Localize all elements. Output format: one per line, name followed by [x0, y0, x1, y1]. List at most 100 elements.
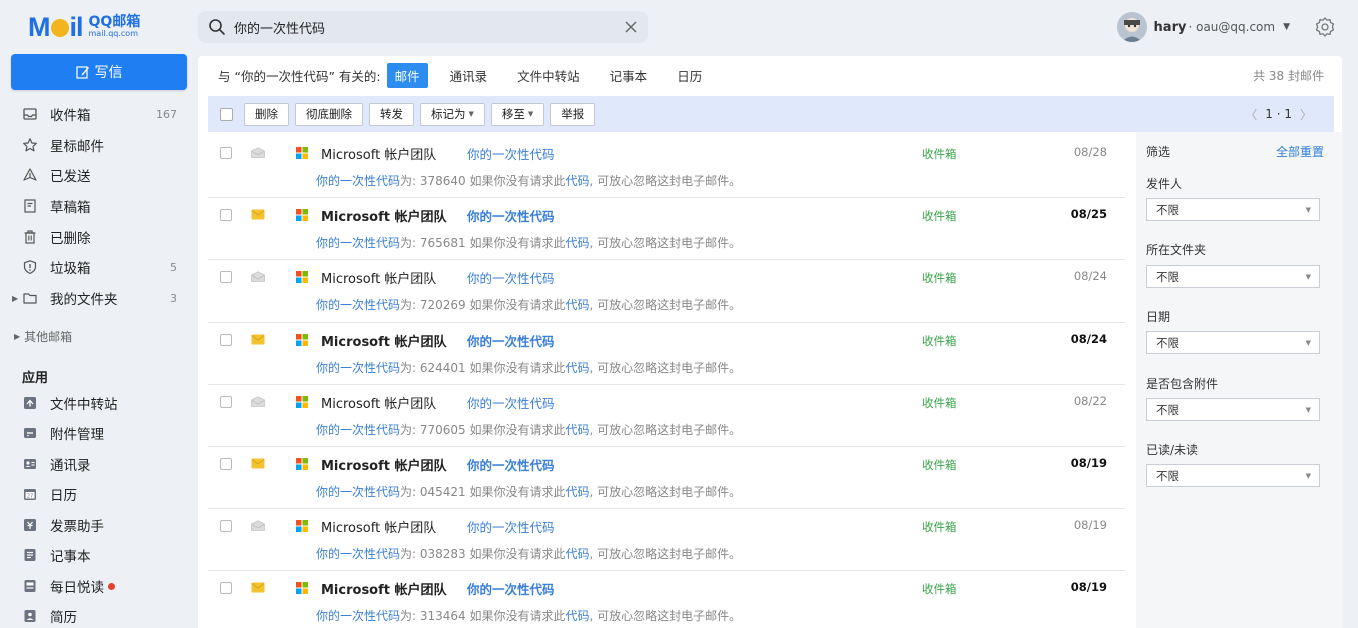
- mail-row[interactable]: Microsoft 帐户团队 你的一次性代码 收件箱 08/19 你的一次性代码为: 3…: [208, 571, 1125, 628]
- tab-mail[interactable]: 邮件: [386, 62, 428, 88]
- filter-select-folder[interactable]: 不限 ▼: [1146, 265, 1320, 288]
- related-results-bar: 与 “你的一次性代码” 有关的: 邮件 通讯录 文件中转站 记事本 日历 共 3…: [198, 56, 1342, 94]
- sidebar-app-contacts[interactable]: 通讯录: [0, 449, 198, 479]
- gear-icon[interactable]: [1314, 16, 1336, 38]
- tab-calendar[interactable]: 日历: [669, 63, 710, 88]
- account-name: hary: [1153, 19, 1187, 35]
- microsoft-logo-icon: [296, 209, 308, 222]
- filter-select-attachment[interactable]: 不限 ▼: [1146, 398, 1320, 421]
- inbox-icon: [22, 106, 38, 122]
- mail-row[interactable]: Microsoft 帐户团队 你的一次性代码 收件箱 08/19 你的一次性代码为: 0…: [208, 447, 1125, 510]
- apps-heading: 应用: [22, 371, 49, 386]
- sidebar-app-resume[interactable]: 简历: [0, 601, 198, 628]
- sidebar-app-notebook[interactable]: 记事本: [0, 540, 198, 570]
- forward-button[interactable]: 转发: [369, 102, 414, 126]
- mail-row[interactable]: Microsoft 帐户团队 你的一次性代码 收件箱 08/28 你的一次性代码为: 3…: [208, 136, 1125, 199]
- row-checkbox[interactable]: [220, 147, 232, 159]
- account-email: · oau@qq.com: [1188, 20, 1276, 34]
- filter-panel: 筛选 全部重置 发件人 不限 ▼ 所在文件夹 不限 ▼ 日期 不限 ▼ 是否包含附件 …: [1136, 132, 1342, 628]
- mail-row[interactable]: Microsoft 帐户团队 你的一次性代码 收件箱 08/24 你的一次性代码为: 7…: [208, 260, 1125, 323]
- mail-row[interactable]: Microsoft 帐户团队 你的一次性代码 收件箱 08/24 你的一次性代码为: 6…: [208, 323, 1125, 385]
- clear-search-icon[interactable]: [624, 20, 638, 34]
- read-envelope-icon: [251, 271, 265, 283]
- star-icon: [22, 137, 38, 153]
- row-checkbox[interactable]: [220, 271, 232, 284]
- row-checkbox[interactable]: [220, 582, 232, 595]
- snippet-text: 为: 770605 如果你没有请求此: [400, 422, 566, 437]
- mail-row[interactable]: Microsoft 帐户团队 你的一次性代码 收件箱 08/25 你的一次性代码为: 7…: [208, 198, 1125, 261]
- new-badge-dot: [108, 582, 115, 590]
- snippet-tail: , 可放心忽略这封电子邮件。: [589, 484, 742, 499]
- compose-button[interactable]: 写信: [11, 54, 187, 90]
- qq-mail-logo[interactable]: Mil QQ邮箱 mail.qq.com: [28, 12, 162, 42]
- sidebar-app-calendar[interactable]: 27 日历: [0, 479, 198, 509]
- sidebar-item-drafts[interactable]: 草稿箱: [0, 191, 198, 221]
- delete-button[interactable]: 删除: [244, 102, 289, 126]
- mail-sender: Microsoft 帐户团队: [321, 272, 437, 288]
- filter-select-read-state[interactable]: 不限 ▼: [1146, 464, 1320, 487]
- sidebar-item-inbox[interactable]: 收件箱 167: [0, 99, 198, 129]
- prev-page-icon[interactable]: 〈: [1245, 106, 1257, 123]
- sidebar-item-starred[interactable]: 星标邮件: [0, 130, 198, 160]
- filter-select-sender[interactable]: 不限 ▼: [1146, 198, 1320, 221]
- sidebar-app-file-transfer[interactable]: 文件中转站: [0, 388, 198, 418]
- row-checkbox[interactable]: [220, 395, 232, 408]
- microsoft-logo-icon: [296, 395, 308, 408]
- mail-date: 08/19: [1070, 580, 1107, 595]
- mail-sender: Microsoft 帐户团队: [321, 334, 447, 350]
- sidebar-item-deleted[interactable]: 已删除: [0, 222, 198, 252]
- row-checkbox[interactable]: [220, 457, 232, 470]
- sidebar-item-sent[interactable]: 已发送: [0, 160, 198, 190]
- snippet-tail: , 可放心忽略这封电子邮件。: [589, 298, 742, 313]
- row-checkbox[interactable]: [220, 520, 232, 533]
- snippet-highlight: 你的一次性代码: [316, 174, 401, 188]
- sidebar-item-label: 附件管理: [50, 427, 104, 443]
- reset-all-filters-link[interactable]: 全部重置: [1276, 143, 1324, 160]
- permanent-delete-button[interactable]: 彻底删除: [295, 102, 363, 126]
- shield-icon: [22, 259, 38, 275]
- filter-select-date[interactable]: 不限 ▼: [1146, 331, 1320, 354]
- mail-row[interactable]: Microsoft 帐户团队 你的一次性代码 收件箱 08/19 你的一次性代码为: 0…: [208, 509, 1125, 572]
- filter-value: 不限: [1156, 402, 1179, 417]
- mail-toolbar: 删除 彻底删除 转发 标记为 ▼ 移至 ▼ 举报 〈 1 · 1 〉: [208, 96, 1334, 132]
- mail-sender: Microsoft 帐户团队: [321, 148, 437, 163]
- mail-date: 08/22: [1073, 393, 1107, 408]
- move-to-dropdown[interactable]: 移至 ▼: [490, 102, 545, 126]
- snippet-tail: , 可放心忽略这封电子邮件。: [589, 609, 742, 624]
- sidebar-item-spam[interactable]: 垃圾箱 5: [0, 252, 198, 282]
- snippet-highlight: 你的一次性代码: [316, 547, 401, 562]
- sidebar-item-my-folders[interactable]: ▶ 我的文件夹 3: [0, 283, 198, 313]
- tab-notebook[interactable]: 记事本: [602, 63, 656, 88]
- chevron-down-icon: ▼: [1305, 273, 1311, 281]
- sidebar-app-invoice[interactable]: 发票助手: [0, 510, 198, 540]
- mail-subject: 你的一次性代码: [467, 395, 555, 411]
- mark-as-dropdown[interactable]: 标记为 ▼: [420, 102, 485, 126]
- row-checkbox[interactable]: [220, 333, 232, 346]
- sidebar-app-daily-reading[interactable]: 每日悦读: [0, 571, 198, 601]
- tab-contacts[interactable]: 通讯录: [442, 63, 496, 88]
- account-menu[interactable]: hary · oau@qq.com ▼: [1116, 12, 1290, 42]
- sidebar-app-attachments[interactable]: 附件管理: [0, 418, 198, 448]
- mail-snippet: 你的一次性代码为: 765681 如果你没有请求此代码, 可放心忽略这封电子邮件…: [316, 234, 741, 251]
- tab-file-transfer[interactable]: 文件中转站: [509, 63, 588, 88]
- report-button[interactable]: 举报: [550, 102, 596, 126]
- other-mailboxes-toggle[interactable]: ▶ 其他邮箱: [14, 328, 72, 345]
- mail-row[interactable]: Microsoft 帐户团队 你的一次性代码 收件箱 08/22 你的一次性代码为: 7…: [208, 385, 1125, 447]
- mail-folder: 收件箱: [922, 457, 957, 472]
- snippet-text: 为: 720269 如果你没有请求此: [400, 298, 566, 313]
- read-envelope-icon: [251, 520, 265, 532]
- mail-snippet: 你的一次性代码为: 045421 如果你没有请求此代码, 可放心忽略这封电子邮件…: [316, 483, 741, 500]
- search-input[interactable]: [234, 19, 624, 35]
- next-page-icon[interactable]: 〉: [1300, 106, 1312, 123]
- unread-envelope-icon: [251, 209, 265, 220]
- expand-arrow-icon[interactable]: ▶: [12, 294, 18, 303]
- snippet-highlight: 代码: [565, 609, 590, 624]
- logo-text: QQ邮箱 mail.qq.com: [89, 15, 141, 38]
- mail-subject: 你的一次性代码: [467, 209, 555, 225]
- row-checkbox[interactable]: [220, 209, 232, 222]
- sidebar-item-label: 每日悦读: [50, 580, 104, 596]
- select-all-checkbox[interactable]: [220, 107, 233, 121]
- snippet-highlight: 代码: [565, 174, 590, 188]
- logo-title: QQ邮箱: [88, 14, 141, 31]
- sidebar-item-label: 已删除: [50, 231, 91, 247]
